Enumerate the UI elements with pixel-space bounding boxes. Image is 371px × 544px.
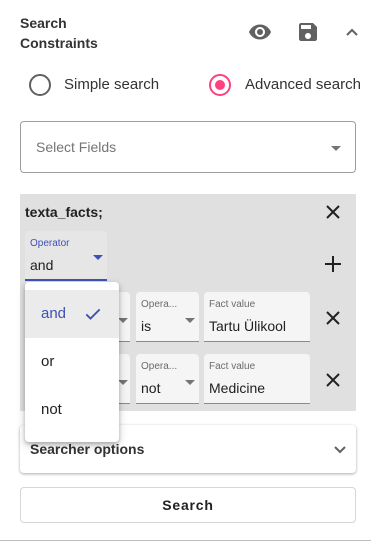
fact-value-text: Medicine — [209, 380, 266, 396]
fact-operator-label: Opera... — [141, 361, 178, 372]
fact-name-arrow-icon — [118, 318, 128, 323]
fact-operator-value: is — [141, 318, 152, 334]
operator-option-and[interactable]: and — [25, 290, 119, 338]
eye-icon[interactable] — [248, 20, 272, 44]
save-icon[interactable] — [296, 20, 320, 44]
searcher-options-label: Searcher options — [30, 441, 145, 457]
simple-search-label[interactable]: Simple search — [64, 76, 159, 93]
divider — [0, 540, 371, 541]
search-mode-group: Simple search Advanced search — [0, 72, 371, 98]
fact-value-input[interactable]: Fact value Medicine — [204, 354, 310, 404]
page-title: Search Constraints — [20, 15, 98, 51]
fact-operator-select[interactable]: Opera... not — [136, 354, 199, 404]
fact-value-input[interactable]: Fact value Tartu Ülikool — [204, 292, 310, 342]
operator-option-not[interactable]: not — [25, 386, 119, 434]
fact-value-label: Fact value — [209, 361, 256, 372]
simple-search-radio[interactable] — [29, 74, 51, 96]
operator-option-or[interactable]: or — [25, 338, 119, 386]
constraint-title: texta_facts; — [25, 204, 103, 220]
operator-value: and — [30, 257, 54, 273]
add-icon[interactable] — [321, 252, 345, 276]
fact-value-label: Fact value — [209, 299, 256, 310]
advanced-search-radio[interactable] — [209, 74, 231, 96]
fact-operator-arrow-icon — [185, 380, 195, 385]
operator-select[interactable]: Operator and — [25, 231, 107, 281]
check-icon — [85, 308, 101, 320]
chevron-down-icon — [328, 437, 352, 461]
fact-operator-value: not — [141, 380, 161, 396]
search-button[interactable]: Search — [20, 487, 356, 523]
remove-row-icon[interactable] — [321, 368, 345, 392]
chevron-up-icon[interactable] — [340, 20, 364, 44]
dropdown-arrow-icon — [331, 146, 341, 151]
option-label: not — [41, 401, 62, 418]
close-icon[interactable] — [321, 200, 345, 224]
fact-operator-label: Opera... — [141, 299, 178, 310]
fact-operator-select[interactable]: Opera... is — [136, 292, 199, 342]
option-label: and — [41, 305, 67, 322]
select-fields-placeholder: Select Fields — [36, 139, 117, 155]
operator-arrow-icon — [93, 255, 103, 260]
option-label: or — [41, 353, 55, 370]
advanced-search-label[interactable]: Advanced search — [245, 76, 361, 93]
fact-value-text: Tartu Ülikool — [209, 318, 287, 334]
operator-label: Operator — [30, 238, 70, 249]
fact-operator-arrow-icon — [185, 318, 195, 323]
fact-name-arrow-icon — [118, 380, 128, 385]
operator-dropdown-menu: and or not — [25, 282, 119, 442]
select-fields-dropdown[interactable]: Select Fields — [20, 121, 356, 173]
remove-row-icon[interactable] — [321, 306, 345, 330]
